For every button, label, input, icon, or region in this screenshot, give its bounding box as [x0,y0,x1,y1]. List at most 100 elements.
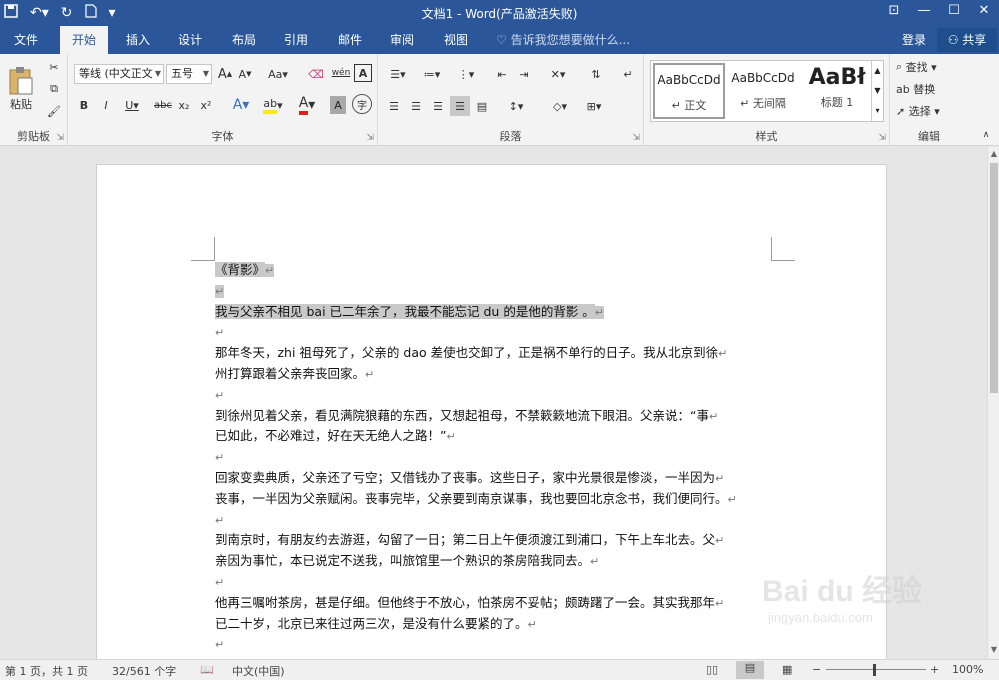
font-color-button[interactable]: A ▾ [294,94,320,116]
document-paragraph[interactable]: ↵ [215,384,775,407]
enclose-char-button[interactable]: 字 [352,94,372,114]
gallery-scroll[interactable]: ▲ ▼ ▾ [871,61,883,121]
ribbon-display-icon[interactable]: ⊡ [879,0,909,26]
align-center-icon[interactable]: ☰ [406,96,426,116]
clear-format-icon[interactable]: ⌫ [306,64,326,84]
numbering-icon[interactable]: ≔▾ [418,64,446,84]
zoom-out-button[interactable]: − [812,663,821,676]
dialog-launcher-icon[interactable]: ⇲ [56,133,64,143]
style-heading-1[interactable]: AaBł 标题 1 [801,63,873,119]
document-paragraph[interactable]: 亲因为事忙，本已说定不送我，叫旅馆里一个熟识的茶房陪我同去。↵ [215,550,775,573]
tab-home[interactable]: 开始 [60,26,109,54]
tell-me-search[interactable]: ♡ 告诉我您想要做什么... [496,26,630,54]
zoom-level[interactable]: 100% [952,663,983,676]
text-effects-button[interactable]: A ▾ [228,94,254,116]
tab-insert[interactable]: 插入 [114,26,162,54]
italic-button[interactable]: I [98,94,114,116]
strikethrough-button[interactable]: abc [152,94,174,116]
zoom-slider[interactable] [826,669,926,670]
superscript-button[interactable]: x² [198,94,214,116]
align-left-icon[interactable]: ☰ [384,96,404,116]
tab-layout[interactable]: 布局 [220,26,268,54]
subscript-button[interactable]: x₂ [176,94,192,116]
cut-icon[interactable]: ✂ [44,58,64,76]
decrease-indent-icon[interactable]: ⇤ [492,64,512,84]
line-spacing-icon[interactable]: ↕▾ [502,96,530,116]
tab-view[interactable]: 视图 [432,26,480,54]
show-marks-icon[interactable]: ↵ [618,64,638,84]
vertical-scrollbar[interactable]: ▲ ▼ [987,147,999,659]
dialog-launcher-icon[interactable]: ⇲ [366,133,374,143]
style-normal[interactable]: AaBbCcDd ↵ 正文 [653,63,725,119]
scroll-up-icon[interactable]: ▲ [988,149,999,158]
font-size-select[interactable]: 五号 ▼ [166,64,212,84]
scroll-thumb[interactable] [990,163,998,393]
change-case-button[interactable]: Aa ▾ [264,64,292,84]
minimize-button[interactable]: — [909,0,939,26]
underline-button[interactable]: U ▾ [120,94,144,116]
document-paragraph[interactable]: ↵ [215,446,775,469]
document-paragraph[interactable]: 《背影》↵ [215,259,775,282]
document-paragraph[interactable]: 我与父亲不相见 bai 已二年余了，我最不能忘记 du 的是他的背影 。↵ [215,301,775,324]
document-paragraph[interactable]: 丧事，一半因为父亲赋闲。丧事完毕，父亲要到南京谋事，我也要回北京念书，我们便同行… [215,488,775,511]
document-paragraph[interactable]: 他再三嘱咐茶房，甚是仔细。但他终于不放心，怕茶房不妥帖；颇踌躇了一会。其实我那年… [215,592,775,615]
document-paragraph[interactable]: 已如此，不必难过，好在天无绝人之路！”↵ [215,425,775,448]
print-layout-icon[interactable]: ▤ [736,661,764,679]
highlight-button[interactable]: ab ▾ [260,94,286,116]
word-count[interactable]: 32/561 个字 [112,663,176,679]
login-link[interactable]: 登录 [902,26,926,54]
grow-font-icon[interactable]: A ▲ [216,64,234,84]
document-paragraph[interactable]: ↵ [215,571,775,594]
document-paragraph[interactable]: 州打算跟着父亲奔丧回家。↵ [215,363,775,386]
document-paragraph[interactable]: 到南京时，有朋友约去游逛，勾留了一日；第二日上午便须渡江到浦口，下午上车北去。父… [215,529,775,552]
tab-mailings[interactable]: 邮件 [326,26,374,54]
document-paragraph[interactable]: 那年冬天，zhi 祖母死了，父亲的 dao 差使也交卸了，正是祸不单行的日子。我… [215,342,775,365]
copy-icon[interactable]: ⧉ [44,80,64,98]
find-button[interactable]: ⌕ 查找 ▾ [896,58,966,76]
document-paragraph[interactable]: ↵ [215,321,775,344]
dialog-launcher-icon[interactable]: ⇲ [878,133,886,143]
document-page[interactable]: 《背影》↵ ↵ 我与父亲不相见 bai 已二年余了，我最不能忘记 du 的是他的背影… [96,164,887,659]
page-count[interactable]: 第 1 页，共 1 页 [5,663,88,679]
tab-file[interactable]: 文件 [2,26,50,54]
document-paragraph[interactable]: 已二十岁，北京已来往过两三次，是没有什么要紧的了。↵ [215,613,775,636]
scroll-down-icon[interactable]: ▼ [988,645,999,654]
increase-indent-icon[interactable]: ⇥ [514,64,534,84]
select-button[interactable]: ➚ 选择 ▾ [896,102,966,120]
justify-icon[interactable]: ☰ [450,96,470,116]
language[interactable]: 中文(中国) [232,663,285,679]
char-shading-button[interactable]: A [330,96,346,114]
share-button[interactable]: ⚇ 共享 [937,28,997,52]
char-border-icon[interactable]: A [354,64,372,82]
tab-references[interactable]: 引用 [272,26,320,54]
zoom-slider-thumb[interactable] [873,664,876,676]
shading-icon[interactable]: ◇▾ [546,96,574,116]
tab-review[interactable]: 审阅 [378,26,426,54]
phonetic-guide-button[interactable]: wén [330,62,352,84]
distributed-icon[interactable]: ▤ [472,96,492,116]
tab-design[interactable]: 设计 [166,26,214,54]
borders-icon[interactable]: ⊞▾ [580,96,608,116]
bold-button[interactable]: B [76,94,92,116]
read-mode-icon[interactable]: ▯▯ [706,663,718,676]
font-name-select[interactable]: 等线 (中文正文 ▼ [74,64,164,84]
chinese-layout-icon[interactable]: ✕▾ [544,64,572,84]
replace-button[interactable]: ab 替换 [896,80,966,98]
bullets-icon[interactable]: ☰▾ [384,64,412,84]
document-paragraph[interactable]: 到徐州见着父亲，看见满院狼藉的东西，又想起祖母，不禁簌簌地流下眼泪。父亲说：“事… [215,405,775,428]
maximize-button[interactable]: ☐ [939,0,969,26]
document-paragraph[interactable]: ↵ [215,633,775,656]
sort-icon[interactable]: ⇅ [586,64,606,84]
document-paragraph[interactable]: 回家变卖典质，父亲还了亏空；又借钱办了丧事。这些日子，家中光景很是惨淡，一半因为… [215,467,775,490]
paste-button[interactable]: 粘贴 [4,60,38,118]
align-right-icon[interactable]: ☰ [428,96,448,116]
document-paragraph[interactable]: ↵ [215,509,775,532]
proofing-icon[interactable]: 📖 [200,663,214,676]
zoom-in-button[interactable]: + [930,663,939,676]
collapse-ribbon-icon[interactable]: ∧ [978,128,994,142]
web-layout-icon[interactable]: ▦ [782,663,792,676]
document-paragraph[interactable]: ↵ [215,280,775,303]
style-no-spacing[interactable]: AaBbCcDd ↵ 无间隔 [727,63,799,119]
multilevel-list-icon[interactable]: ⋮▾ [452,64,480,84]
shrink-font-icon[interactable]: A ▼ [236,64,254,84]
